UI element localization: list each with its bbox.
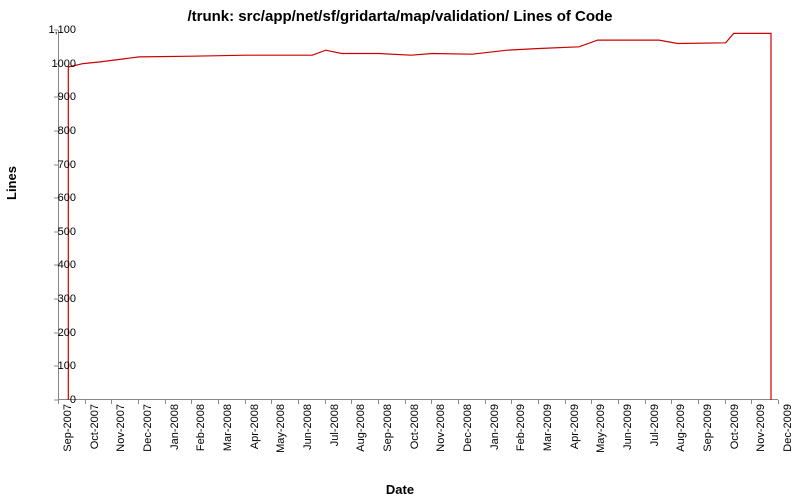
x-tick-label: Jan-2009	[489, 404, 501, 450]
x-tick-label: Dec-2008	[462, 404, 474, 452]
x-tick-label: Jan-2008	[169, 404, 181, 450]
x-axis-label: Date	[0, 482, 800, 497]
x-tick-label: Feb-2008	[195, 404, 207, 451]
plot-area	[58, 30, 778, 400]
x-tick-label: Dec-2009	[782, 404, 794, 452]
x-tick-label: Apr-2008	[249, 404, 261, 449]
x-tick-label: Nov-2009	[755, 404, 767, 452]
x-tick-label: Aug-2009	[675, 404, 687, 452]
x-tick-label: Dec-2007	[142, 404, 154, 452]
x-tick-label: Aug-2008	[355, 404, 367, 452]
x-tick-label: Mar-2008	[222, 404, 234, 451]
x-tick-label: Sep-2007	[62, 404, 74, 452]
x-tick-label: Oct-2007	[89, 404, 101, 449]
x-tick-label: May-2008	[275, 404, 287, 453]
x-tick-label: Sep-2008	[382, 404, 394, 452]
x-tick-label: Oct-2008	[409, 404, 421, 449]
x-tick-label: Sep-2009	[702, 404, 714, 452]
x-tick-label: Nov-2007	[115, 404, 127, 452]
x-tick-label: Nov-2008	[435, 404, 447, 452]
x-tick-label: Jun-2008	[302, 404, 314, 450]
x-tick-label: Oct-2009	[729, 404, 741, 449]
y-axis-label: Lines	[4, 166, 19, 200]
x-tick-label: Feb-2009	[515, 404, 527, 451]
chart-line	[59, 30, 779, 400]
x-tick-label: Mar-2009	[542, 404, 554, 451]
x-tick-label: Jul-2008	[329, 404, 341, 446]
x-tick-label: Apr-2009	[569, 404, 581, 449]
x-tick-label: May-2009	[595, 404, 607, 453]
chart-title: /trunk: src/app/net/sf/gridarta/map/vali…	[0, 8, 800, 25]
x-tick-label: Jun-2009	[622, 404, 634, 450]
x-tick-label: Jul-2009	[649, 404, 661, 446]
